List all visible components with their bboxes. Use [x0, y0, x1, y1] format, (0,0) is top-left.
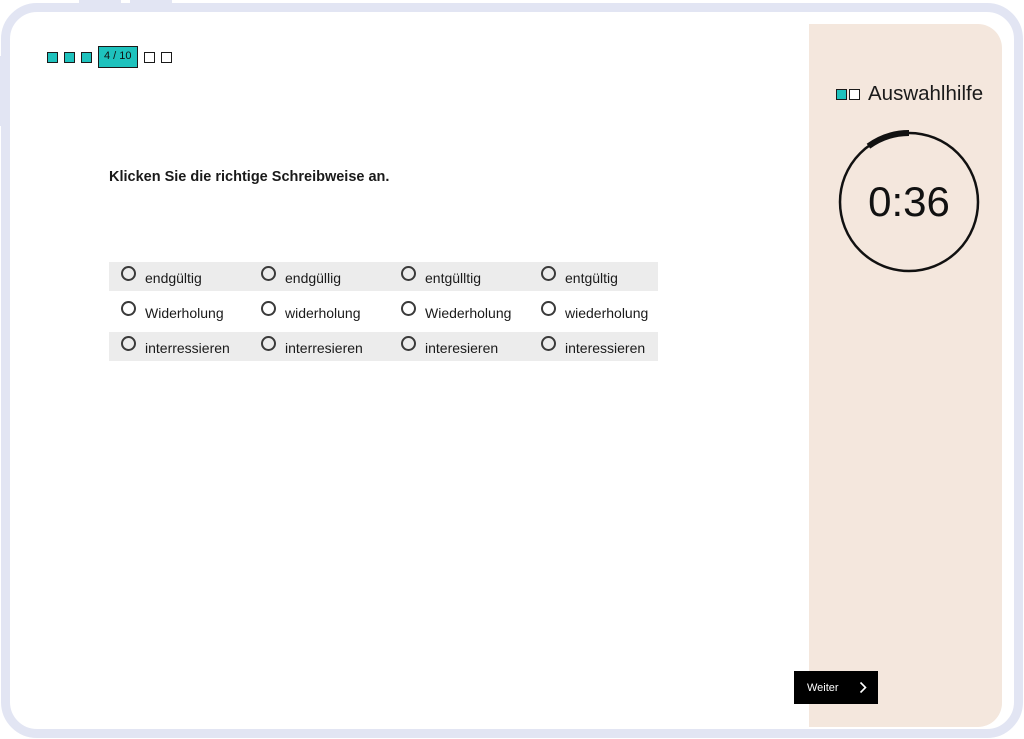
option-choice[interactable]: wiederholung: [529, 301, 658, 321]
radio-button[interactable]: [401, 266, 416, 281]
progress-indicator: 4 / 10: [47, 46, 178, 68]
option-label: interresieren: [285, 339, 363, 356]
progress-current-step: 4 / 10: [98, 46, 138, 68]
option-choice[interactable]: entgültig: [529, 266, 658, 286]
option-label: entgülltig: [425, 269, 482, 286]
option-choice[interactable]: endgültig: [109, 266, 249, 286]
option-row: Widerholung widerholung Wiederholung wie…: [109, 297, 658, 326]
option-choice[interactable]: widerholung: [249, 301, 389, 321]
radio-button[interactable]: [121, 266, 136, 281]
answer-options: endgültig endgüllig entgülltig entgültig…: [109, 262, 658, 367]
option-label: wiederholung: [565, 304, 649, 321]
option-choice[interactable]: Wiederholung: [389, 301, 529, 321]
option-choice[interactable]: interesieren: [389, 336, 529, 356]
radio-button[interactable]: [121, 301, 136, 316]
option-choice[interactable]: interresieren: [249, 336, 389, 356]
radio-button[interactable]: [121, 336, 136, 351]
option-label: interessieren: [565, 339, 646, 356]
progress-step-completed: [64, 51, 75, 63]
next-button[interactable]: Weiter: [794, 671, 878, 704]
countdown-timer: 0:36: [836, 129, 982, 275]
radio-button[interactable]: [261, 266, 276, 281]
option-label: endgüllig: [285, 269, 342, 286]
option-label: widerholung: [285, 304, 361, 321]
chevron-right-icon: [859, 681, 867, 694]
radio-button[interactable]: [401, 301, 416, 316]
option-choice[interactable]: entgülltig: [389, 266, 529, 286]
helper-sidebar: Auswahlhilfe 0:36: [809, 24, 1002, 727]
option-choice[interactable]: Widerholung: [109, 301, 249, 321]
radio-button[interactable]: [261, 336, 276, 351]
radio-button[interactable]: [541, 301, 556, 316]
option-label: Wiederholung: [425, 304, 512, 321]
radio-button[interactable]: [541, 266, 556, 281]
progress-step-completed: [81, 51, 92, 63]
radio-button[interactable]: [401, 336, 416, 351]
progress-step-remaining: [143, 51, 155, 63]
next-button-label: Weiter: [807, 681, 839, 694]
option-label: entgültig: [565, 269, 618, 286]
option-choice[interactable]: interessieren: [529, 336, 658, 356]
sidebar-header: Auswahlhilfe: [836, 82, 983, 106]
option-label: endgültig: [145, 269, 202, 286]
option-choice[interactable]: endgüllig: [249, 266, 389, 286]
option-row: interressieren interresieren interesiere…: [109, 332, 658, 361]
radio-button[interactable]: [541, 336, 556, 351]
sidebar-title: Auswahlhilfe: [868, 82, 984, 105]
radio-button[interactable]: [261, 301, 276, 316]
option-choice[interactable]: interressieren: [109, 336, 249, 356]
device-frame: 4 / 10 Klicken Sie die richtige Schreibw…: [1, 3, 1023, 738]
progress-step-completed: [47, 51, 58, 63]
option-row: endgültig endgüllig entgülltig entgültig: [109, 262, 658, 291]
progress-step-remaining: [160, 51, 172, 63]
two-squares-logo-icon: [836, 88, 862, 100]
option-label: interressieren: [145, 339, 230, 356]
question-text: Klicken Sie die richtige Schreibweise an…: [109, 169, 390, 185]
option-label: interesieren: [425, 339, 499, 356]
option-label: Widerholung: [145, 304, 224, 321]
timer-display: 0:36: [868, 178, 950, 225]
